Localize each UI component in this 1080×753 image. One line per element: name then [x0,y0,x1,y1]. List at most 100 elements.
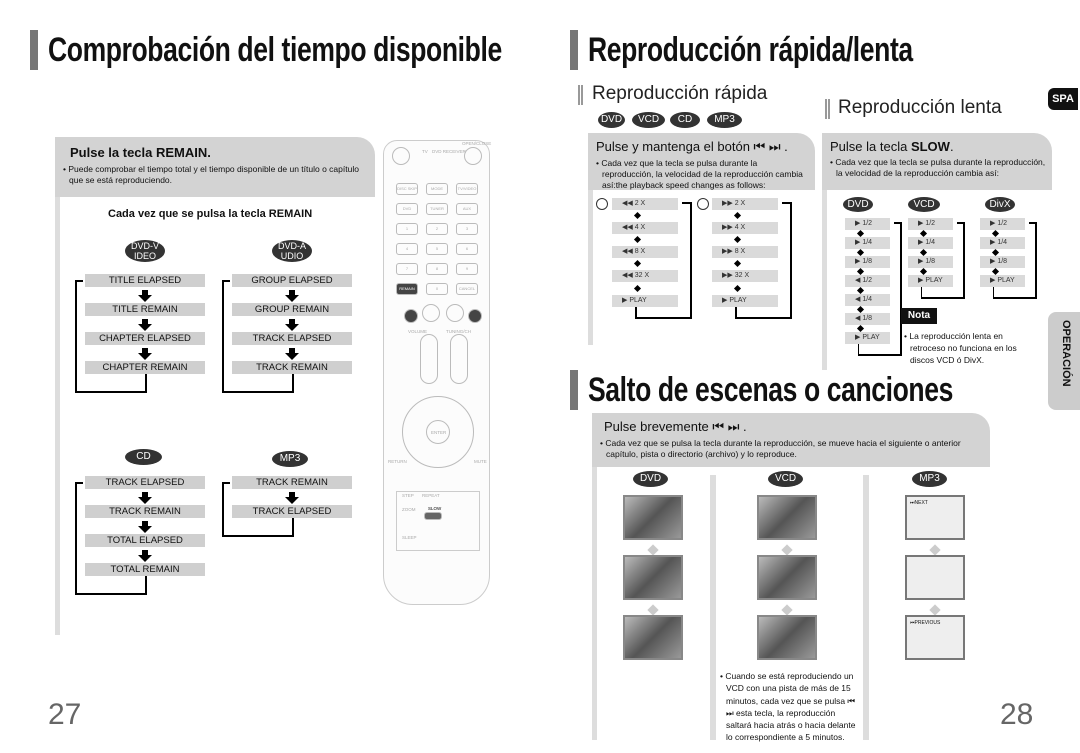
open-close-label: OPEN/CLOSE [462,141,492,146]
disc-badge: CD [670,112,700,128]
loop-arrow-icon [222,482,230,484]
speed-step: ◀◀ 8 X [612,246,678,258]
disc-badge: DVD [598,112,625,128]
remain-bullet: • Puede comprobar el tiempo total y el t… [63,164,359,185]
panel-border [592,460,597,740]
speed-step: ▶ 1/8 [845,256,890,268]
mp3-screen-label: ⏭NEXT [910,500,928,506]
down-arrow-icon [138,319,152,331]
slow-heading: Pulse la tecla SLOW. [830,139,1052,154]
loop-line [992,297,1035,299]
section-tab-label: OPERACIÓN [1060,320,1072,387]
down-arrow-icon [138,348,152,360]
remote-button: 0 [426,283,448,295]
play-pause-button [446,304,464,322]
remote-button: CANCEL [456,283,478,295]
panel-border [588,185,593,345]
slow-instructions: Pulse la tecla SLOW. • Cada vez que la t… [822,133,1052,190]
remote-button: DISC SKIP [396,183,418,195]
dvd-audio-badge: DVD-AUDIO [272,240,312,262]
loop-line [920,287,922,297]
loop-line [145,374,147,391]
step-arrow-icon [647,544,659,556]
skip-heading: Pulse brevemente ⏮ ⏭ . [604,419,747,434]
page-number-right: 28 [1000,698,1034,731]
speed-step: ▶ 1/4 [845,237,890,249]
step-arrow-icon [647,604,659,616]
speed-step: ▶ 1/8 [908,256,953,268]
loop-line [735,317,790,319]
slow-label: SLOW [428,506,442,511]
title-bar [570,30,578,70]
disc-badge: DVD [633,471,668,487]
vcd-skip-note: • Cuando se está reproduciendo un VCD co… [720,671,856,743]
loop-line [992,287,994,297]
loop-arrow-icon [222,280,230,282]
tv-label: TV [422,149,428,154]
speed-step: ▶▶ 2 X [712,198,778,210]
speed-step: ◀◀ 4 X [612,222,678,234]
loop-line [857,354,900,356]
repeat-label: REPEAT [422,493,440,498]
step-arrow-icon [919,248,927,256]
divx-badge: DivX [985,197,1015,212]
slow-bullet: • Cada vez que la tecla se pulsa durante… [830,157,1046,178]
speed-step: ▶ 1/4 [908,237,953,249]
mp3-screen-thumbnail [905,555,965,600]
speed-step: ▶ 1/4 [980,237,1025,249]
disc-badge: MP3 [912,471,947,487]
remote-button: 4 [396,243,418,255]
down-arrow-icon [138,550,152,562]
step-arrow-icon [856,267,864,275]
fast-bullet: • Cada vez que la tecla se pulsa durante… [596,158,803,190]
slow-heading-key: SLOW [910,139,950,154]
flow-step: TRACK REMAIN [232,361,352,374]
loop-line [635,317,690,319]
step-arrow-icon [929,604,941,616]
flow-step: TRACK REMAIN [85,505,205,518]
mp3-screen-thumbnail: ⏭NEXT [905,495,965,540]
remote-button: 8 [426,263,448,275]
skip-forward-icon [697,198,709,210]
remain-heading: Pulse la tecla REMAIN. [70,145,211,160]
slow-note: • La reproducción lenta en retroceso no … [904,331,1017,365]
down-arrow-icon [285,290,299,302]
slow-heading-pre: Pulse la tecla [830,139,911,154]
return-label: RETURN [388,459,407,464]
loop-line [75,593,147,595]
column-divider [710,475,716,740]
loop-line [222,280,224,393]
remote-button: 7 [396,263,418,275]
scene-thumbnail [623,555,683,600]
step-arrow-icon [856,248,864,256]
speed-step: ▶ 1/8 [980,256,1025,268]
disc-badge: VCD [768,471,803,487]
speed-step: ▶ 1/2 [908,218,953,230]
mp3-screen-label: ⏮PREVIOUS [910,620,941,626]
speed-step: ▶▶ 8 X [712,246,778,258]
loop-line [690,202,692,319]
step-label: STEP [402,493,414,498]
speed-step: ▶ PLAY [845,332,890,344]
remain-bullet-text: Puede comprobar el tiempo total y el tie… [68,164,359,185]
subtitle-bar [825,99,830,119]
remote-button: 5 [426,243,448,255]
step-arrow-icon [856,286,864,294]
remote-button: 2 [426,223,448,235]
step-arrow-icon [929,544,941,556]
step-arrow-icon [991,229,999,237]
page-title-left: Comprobación del tiempo disponible [48,31,502,69]
loop-line [790,202,792,319]
remote-button: TUNER [426,203,448,215]
dvd-audio-label: DVD-AUDIO [277,241,306,261]
loop-line [75,391,147,393]
fast-instructions: Pulse y mantenga el botón ⏮ ⏭ . • Cada v… [588,133,815,190]
page-number-left: 27 [48,698,82,731]
step-arrow-icon [633,259,642,268]
step-arrow-icon [919,267,927,275]
scene-thumbnail [757,495,817,540]
remote-button: 3 [456,223,478,235]
loop-arrow-icon [1029,222,1035,224]
flow-step: CHAPTER ELAPSED [85,332,205,345]
skip-instructions: Pulse brevemente ⏮ ⏭ . • Cada vez que se… [592,413,990,467]
